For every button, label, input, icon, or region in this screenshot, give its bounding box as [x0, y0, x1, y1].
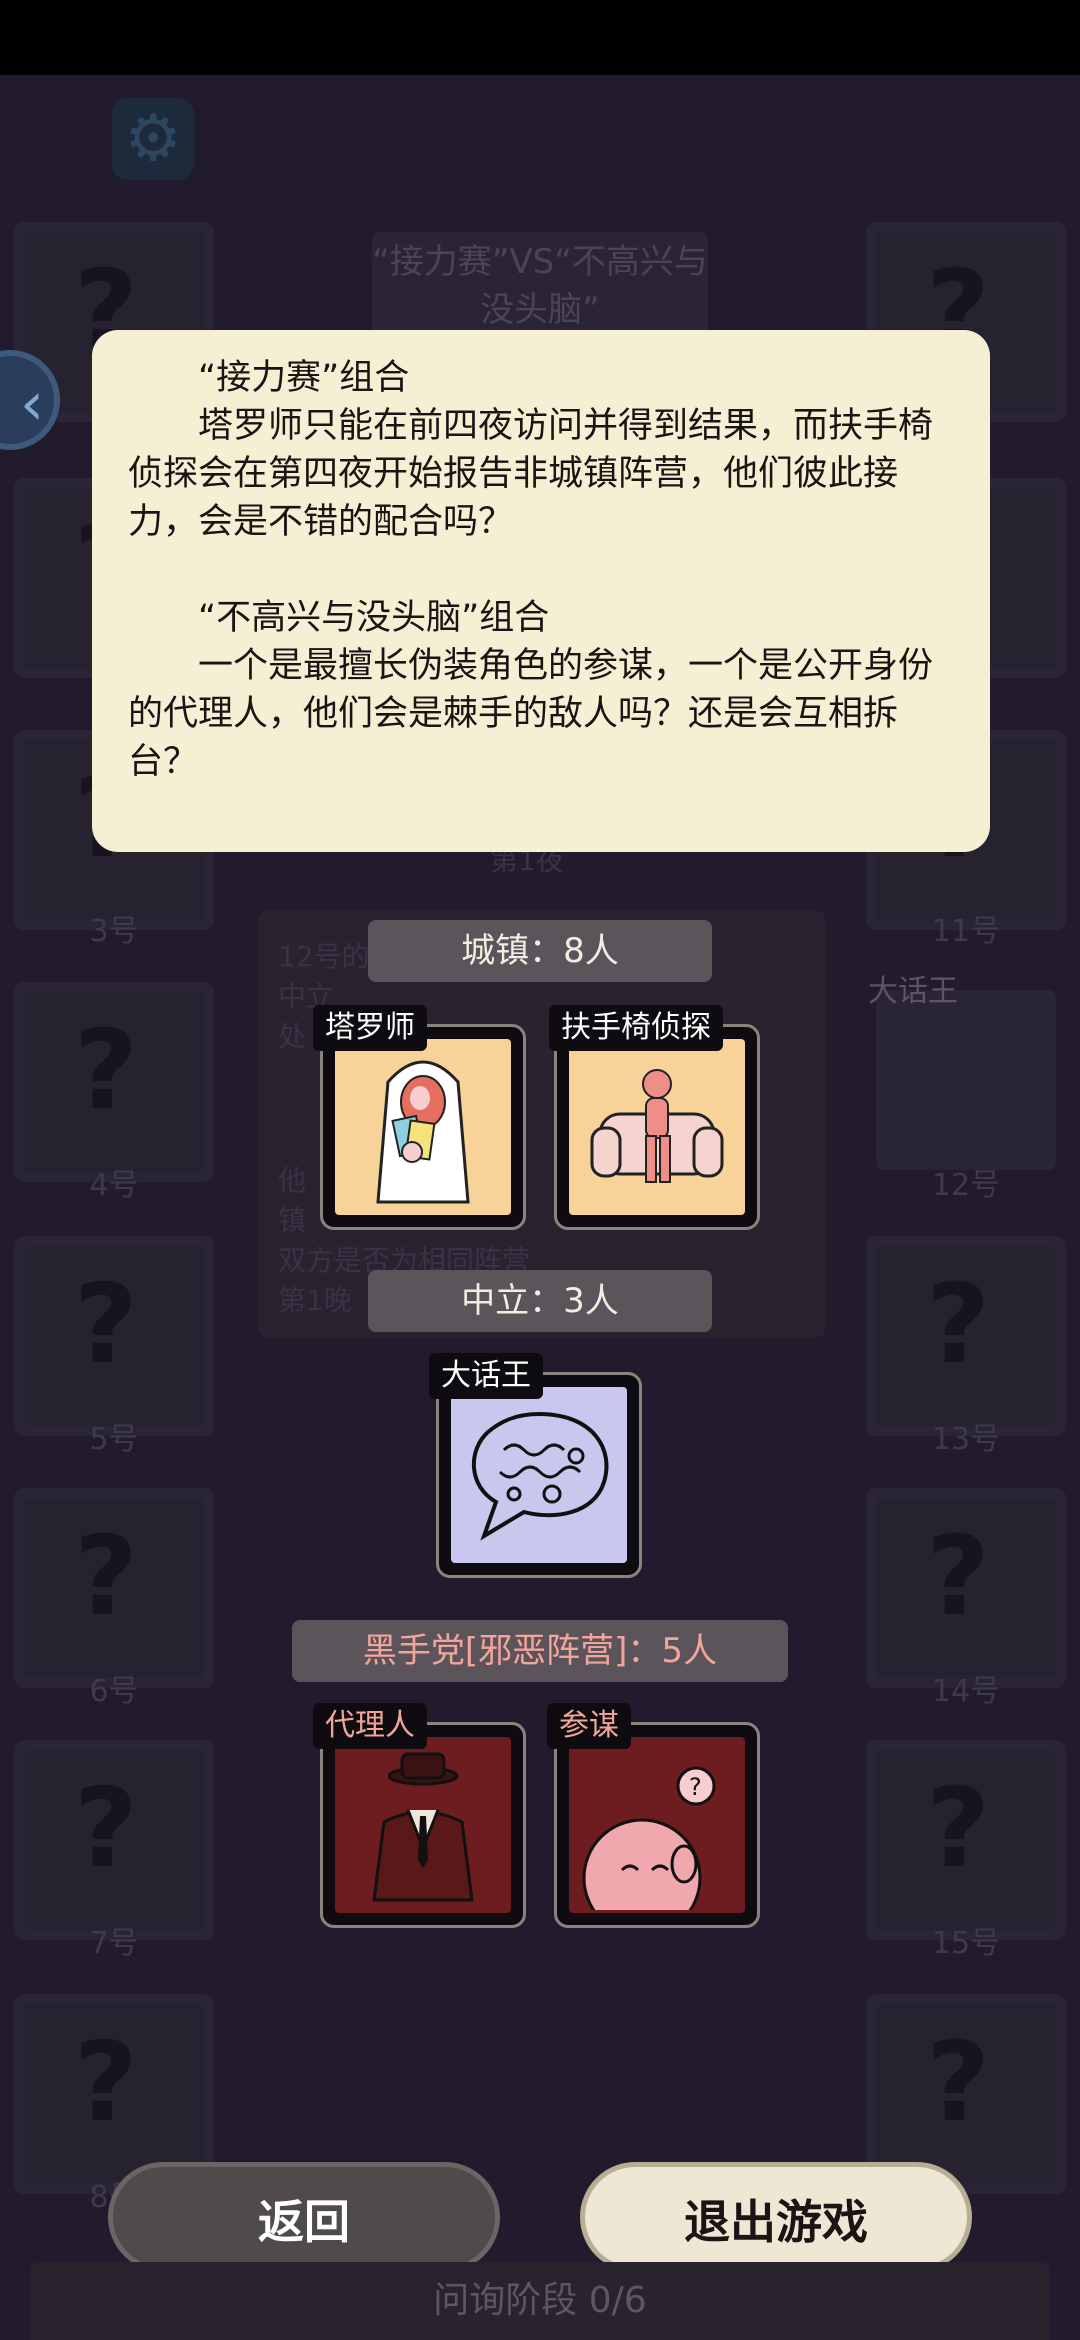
- speech-bubble-icon: [451, 1387, 627, 1563]
- group2-title: “不高兴与没头脑”组合: [198, 598, 550, 638]
- role-card-strategist[interactable]: ? 参谋: [547, 1703, 760, 1928]
- exit-game-button[interactable]: 退出游戏: [580, 2162, 972, 2272]
- slot-number: 14号: [931, 1674, 1001, 1709]
- team-town-header: 城镇：8人: [368, 920, 712, 982]
- role-card-agent[interactable]: 代理人: [313, 1703, 526, 1928]
- role-name: 塔罗师: [313, 1005, 427, 1051]
- group1-title: “接力赛”组合: [198, 358, 410, 398]
- role-card-armchair-detective[interactable]: 扶手椅侦探: [549, 1005, 760, 1230]
- tarot-reader-icon: [335, 1039, 511, 1215]
- settings-gear-icon[interactable]: ⚙: [112, 98, 194, 180]
- slot-number: 6号: [89, 1674, 139, 1709]
- bg-info-text: 镇: [278, 1204, 307, 1237]
- status-bar: [0, 0, 1080, 75]
- bg-info-text: 第1晚: [278, 1284, 352, 1317]
- strategist-face-icon: ?: [569, 1737, 745, 1913]
- slot-role-label: 大话王: [868, 974, 958, 1009]
- back-button[interactable]: 返回: [108, 2162, 500, 2272]
- role-card-braggart[interactable]: 大话王: [429, 1353, 642, 1578]
- slot-number: 7号: [89, 1926, 139, 1961]
- player-slot[interactable]: ?: [866, 1236, 1066, 1436]
- phase-indicator: 问询阶段 0/6: [30, 2262, 1050, 2340]
- slot-number: 12号: [931, 1168, 1001, 1203]
- bg-info-text: 他: [278, 1164, 307, 1197]
- role-name: 大话王: [429, 1353, 543, 1399]
- group2-text: 一个是最擅长伪装角色的参谋，一个是公开身份的代理人，他们会是棘手的敌人吗？还是会…: [128, 646, 934, 782]
- slot-number: 5号: [89, 1422, 139, 1457]
- slot-number: 4号: [89, 1168, 139, 1203]
- player-slot[interactable]: ?: [14, 1488, 214, 1688]
- slot-number: 13号: [931, 1422, 1001, 1457]
- role-card-tarot[interactable]: 塔罗师: [313, 1005, 526, 1230]
- svg-text:?: ?: [689, 1773, 702, 1801]
- team-mafia-header: 黑手党[邪恶阵营]：5人: [292, 1620, 788, 1682]
- suit-man-icon: [335, 1737, 511, 1913]
- matchup-description-dialog: “接力赛”组合 塔罗师只能在前四夜访问并得到结果，而扶手椅侦探会在第四夜开始报告…: [92, 330, 990, 852]
- slot-number: 3号: [89, 914, 139, 949]
- player-slot[interactable]: ?: [14, 1740, 214, 1940]
- armchair-detective-icon: [569, 1039, 745, 1215]
- player-slot[interactable]: ?: [14, 982, 214, 1182]
- bg-info-text: 处: [278, 1020, 307, 1053]
- slot-number: 15号: [931, 1926, 1001, 1961]
- role-name: 参谋: [547, 1703, 631, 1749]
- role-name: 代理人: [313, 1703, 427, 1749]
- player-slot-revealed[interactable]: [876, 990, 1056, 1170]
- player-slot[interactable]: ?: [866, 1740, 1066, 1940]
- slot-number: 11号: [931, 914, 1001, 949]
- bg-info-text: 12号的: [278, 940, 370, 973]
- team-neutral-header: 中立：3人: [368, 1270, 712, 1332]
- group1-text: 塔罗师只能在前四夜访问并得到结果，而扶手椅侦探会在第四夜开始报告非城镇阵营，他们…: [128, 406, 934, 542]
- player-slot[interactable]: ?: [866, 1488, 1066, 1688]
- player-slot[interactable]: ?: [14, 1236, 214, 1436]
- role-name: 扶手椅侦探: [549, 1005, 723, 1051]
